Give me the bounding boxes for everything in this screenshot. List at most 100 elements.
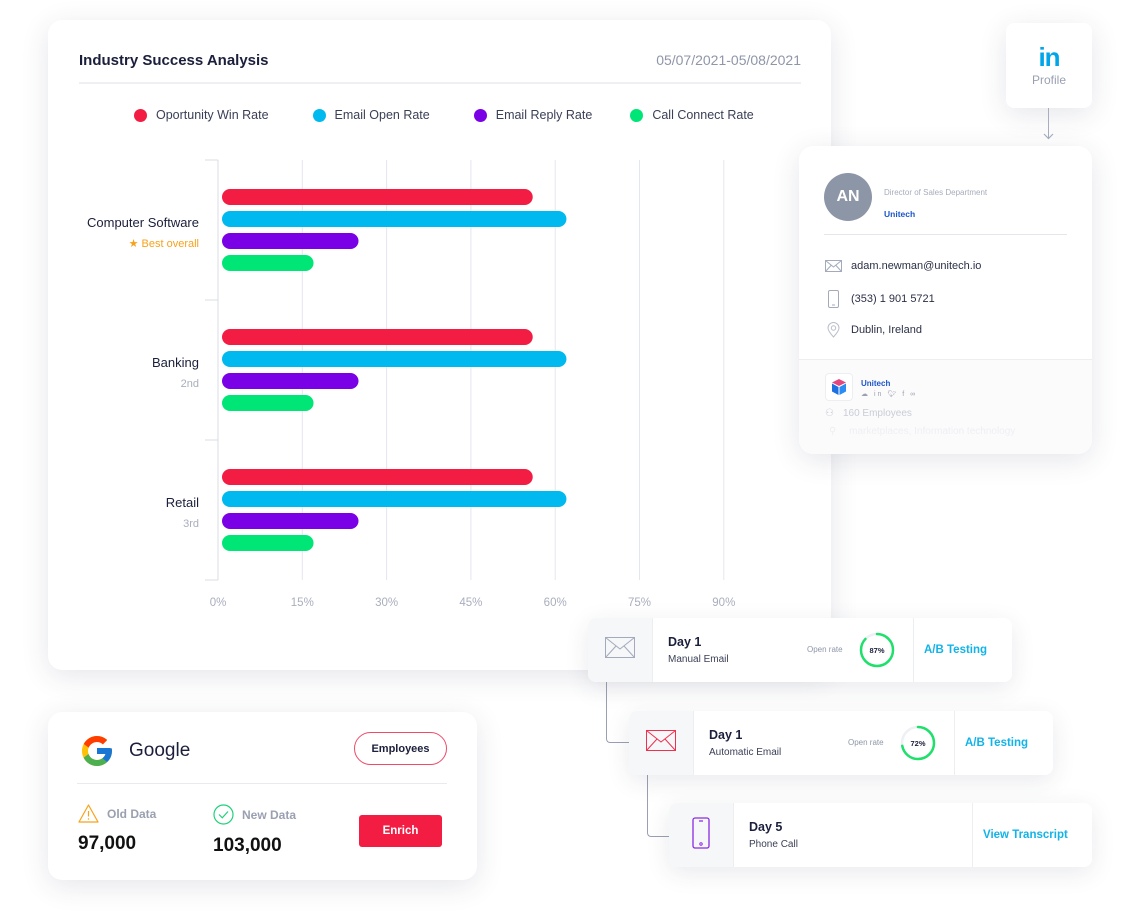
chart-legend: Oportunity Win Rate Email Open Rate Emai… <box>134 108 798 122</box>
legend-label: Email Open Rate <box>334 108 430 122</box>
sequence-connector <box>647 775 671 837</box>
linkedin-small-icon[interactable]: in <box>874 391 883 398</box>
contact-location: Dublin, Ireland <box>851 324 922 336</box>
x-tick-label: 0% <box>210 597 227 609</box>
contact-location-row: Dublin, Ireland <box>824 322 922 338</box>
employees-button[interactable]: Employees <box>354 732 447 765</box>
x-tick-label: 75% <box>628 597 651 609</box>
chart-title: Industry Success Analysis <box>79 52 269 69</box>
legend-label: Call Connect Rate <box>652 108 754 122</box>
contact-card: AN Director of Sales Department Unitech … <box>799 146 1092 454</box>
bar-email-open-rate-computer-software[interactable] <box>222 211 567 227</box>
view-transcript-link[interactable]: View Transcript <box>972 803 1092 867</box>
bar-oportunity-win-rate-retail[interactable] <box>222 469 533 485</box>
company-name: Google <box>129 740 191 761</box>
divider <box>77 783 447 784</box>
warning-icon <box>78 804 99 823</box>
chart-divider <box>79 82 801 84</box>
bar-call-connect-rate-retail[interactable] <box>222 535 314 551</box>
fade-overlay <box>799 414 1092 454</box>
divider <box>824 234 1067 235</box>
avatar: AN <box>824 173 872 221</box>
contact-phone: (353) 1 901 5721 <box>851 293 935 305</box>
x-tick-label: 30% <box>375 597 398 609</box>
category-rank: 2nd <box>181 378 199 390</box>
bar-email-open-rate-banking[interactable] <box>222 351 567 367</box>
sequence-step[interactable]: Day 1 Manual Email Open rate 87% A/B Tes… <box>588 618 1012 682</box>
new-data-label: New Data <box>242 807 297 822</box>
contact-email-row[interactable]: adam.newman@unitech.io <box>824 260 981 272</box>
contact-phone-row[interactable]: (353) 1 901 5721 <box>824 290 935 308</box>
legend-label: Oportunity Win Rate <box>156 108 269 122</box>
old-data-label: Old Data <box>107 806 157 821</box>
best-overall-badge: ★ Best overall <box>129 238 199 250</box>
facebook-icon[interactable]: f <box>902 391 906 398</box>
open-rate-value: 87% <box>869 646 884 655</box>
legend-item-connect-rate[interactable]: Call Connect Rate <box>630 108 754 122</box>
category-rank: 3rd <box>183 518 199 530</box>
bar-email-reply-rate-retail[interactable] <box>222 513 359 529</box>
company-social-links: ☁ in 🐦︎ f ∞ <box>861 390 917 398</box>
legend-dot <box>630 108 644 122</box>
legend-label: Email Reply Rate <box>495 108 593 122</box>
bar-email-open-rate-retail[interactable] <box>222 491 567 507</box>
bar-call-connect-rate-banking[interactable] <box>222 395 314 411</box>
bar-oportunity-win-rate-computer-software[interactable] <box>222 189 533 205</box>
company-info-section: Unitech ☁ in 🐦︎ f ∞ ⚇ 160 Employees ⚲ ma… <box>799 359 1092 454</box>
mail-icon <box>605 637 635 663</box>
date-range[interactable]: 05/07/2021-05/08/2021 <box>656 52 801 68</box>
open-rate-ring: 72% <box>900 725 936 761</box>
step-icon-container <box>629 711 694 775</box>
check-circle-icon <box>213 804 234 825</box>
link-icon[interactable]: ∞ <box>910 391 917 398</box>
x-tick-label: 45% <box>459 597 482 609</box>
legend-item-reply-rate[interactable]: Email Reply Rate <box>473 108 593 122</box>
linkedin-icon: in <box>1038 42 1060 72</box>
mail-icon <box>646 730 676 756</box>
bar-call-connect-rate-computer-software[interactable] <box>222 255 314 271</box>
legend-item-open-rate[interactable]: Email Open Rate <box>312 108 430 122</box>
open-rate-label: Open rate <box>848 738 884 747</box>
contact-role: Director of Sales Department <box>884 188 988 197</box>
bar-email-reply-rate-banking[interactable] <box>222 373 359 389</box>
step-details: Day 1 Automatic Email Open rate 72% <box>694 711 954 775</box>
phone-icon <box>692 816 710 854</box>
bar-email-reply-rate-computer-software[interactable] <box>222 233 359 249</box>
twitter-icon[interactable]: 🐦︎ <box>887 391 898 398</box>
category-label: Retail <box>166 495 199 510</box>
company-logo-icon <box>825 373 853 401</box>
linkedin-label: Profile <box>1031 73 1066 87</box>
sequence-step[interactable]: Day 1 Automatic Email Open rate 72% A/B … <box>629 711 1053 775</box>
old-data-column: Old Data 97,000 <box>78 804 156 855</box>
step-icon-container <box>669 803 734 867</box>
cloud-icon[interactable]: ☁ <box>861 391 870 398</box>
legend-item-win-rate[interactable]: Oportunity Win Rate <box>134 108 269 122</box>
step-icon-container <box>588 618 653 682</box>
industry-success-chart-card: 0% 15% 30% 45% 60% 75% 90% Computer Software ★ B… <box>48 20 831 670</box>
old-data-value: 97,000 <box>78 833 137 854</box>
step-details: Day 1 Manual Email Open rate 87% <box>653 618 913 682</box>
sequence-step[interactable]: Day 5 Phone Call View Transcript <box>669 803 1092 867</box>
legend-dot <box>312 108 326 122</box>
open-rate-value: 72% <box>910 739 925 748</box>
legend-dot <box>134 108 147 122</box>
step-day: Day 5 <box>749 820 783 834</box>
legend-dot <box>473 108 487 122</box>
company-name[interactable]: Unitech <box>861 379 890 388</box>
phone-icon <box>824 290 842 308</box>
bar-oportunity-win-rate-banking[interactable] <box>222 329 533 345</box>
enrich-card: Google Employees Old Data 97,000 New Dat… <box>48 712 477 880</box>
ab-testing-link[interactable]: A/B Testing <box>954 711 1053 775</box>
open-rate-label: Open rate <box>807 645 843 654</box>
linkedin-profile-button[interactable]: in Profile <box>1006 23 1092 108</box>
category-label: Banking <box>152 355 199 370</box>
new-data-column: New Data 103,000 <box>213 804 296 857</box>
ab-testing-link[interactable]: A/B Testing <box>913 618 1012 682</box>
x-tick-label: 60% <box>544 597 567 609</box>
google-logo-icon <box>79 733 115 774</box>
x-tick-label: 90% <box>712 597 735 609</box>
category-label: Computer Software <box>87 215 199 230</box>
location-pin-icon <box>824 322 842 338</box>
enrich-button[interactable]: Enrich <box>359 815 442 847</box>
contact-company[interactable]: Unitech <box>884 209 915 219</box>
